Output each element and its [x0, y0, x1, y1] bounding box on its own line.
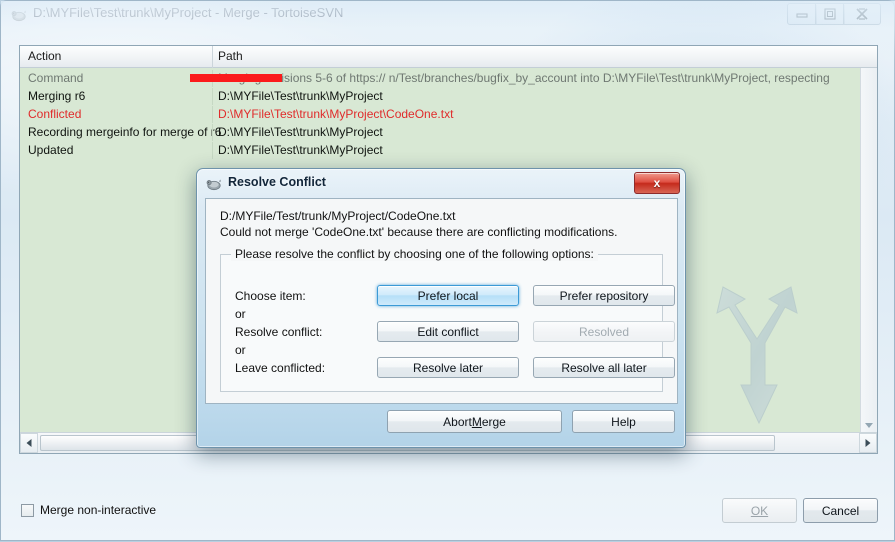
or-separator-2: or — [235, 343, 246, 357]
row-action: Command — [28, 71, 84, 85]
merge-watermark-icon — [699, 273, 819, 432]
scroll-left-button[interactable] — [20, 433, 38, 453]
dialog-content-panel: D:/MYFile/Test/trunk/MyProject/CodeOne.t… — [205, 198, 678, 404]
prefer-repository-button[interactable]: Prefer repository — [533, 285, 675, 306]
option-label-choose-item: Choose item: — [235, 289, 306, 303]
resolve-all-later-label: Resolve all later — [561, 360, 647, 375]
resolve-options-group: Please resolve the conflict by choosing … — [220, 247, 675, 392]
tortoisesvn-icon — [11, 7, 27, 23]
prefer-repository-label: Prefer repository — [559, 288, 649, 303]
table-row[interactable]: Command Merging revisions 5-6 of https:/… — [20, 70, 877, 87]
merge-non-interactive-checkbox[interactable]: Merge non-interactive — [21, 502, 156, 518]
row-path: Merging revisions 5-6 of https:// n/Test… — [218, 71, 830, 85]
prefer-local-button[interactable]: Prefer local — [377, 285, 519, 306]
chevron-left-icon — [26, 439, 32, 447]
row-divider — [212, 124, 213, 141]
help-button-label: Help — [611, 414, 636, 429]
window-title: D:\MYFile\Test\trunk\MyProject - Merge -… — [33, 5, 344, 20]
column-header-path[interactable]: Path — [218, 49, 243, 63]
resolve-conflict-dialog: Resolve Conflict x D:/MYFile/Test/trunk/… — [196, 168, 686, 448]
restore-button[interactable] — [815, 3, 845, 25]
cancel-button[interactable]: Cancel — [803, 498, 878, 523]
table-row[interactable]: Merging r6 D:\MYFile\Test\trunk\MyProjec… — [20, 88, 877, 105]
conflict-message: Could not merge 'CodeOne.txt' because th… — [220, 225, 618, 239]
row-path: D:\MYFile\Test\trunk\MyProject — [218, 143, 383, 157]
minimize-button[interactable] — [787, 3, 817, 25]
close-icon: x — [653, 176, 661, 190]
row-path: D:\MYFile\Test\trunk\MyProject — [218, 125, 383, 139]
option-label-resolve-conflict: Resolve conflict: — [235, 325, 323, 339]
row-action: Updated — [28, 143, 74, 157]
column-divider[interactable] — [212, 46, 213, 68]
resolve-later-button[interactable]: Resolve later — [377, 357, 519, 378]
edit-conflict-button[interactable]: Edit conflict — [377, 321, 519, 342]
resolve-later-label: Resolve later — [412, 360, 484, 375]
abort-merge-label-pre: Abort — [443, 414, 472, 429]
row-divider — [212, 106, 213, 123]
abort-merge-label-post: erge — [481, 414, 506, 429]
merge-window: D:\MYFile\Test\trunk\MyProject - Merge -… — [0, 0, 895, 542]
row-path: D:\MYFile\Test\trunk\MyProject\CodeOne.t… — [218, 107, 454, 121]
checkbox-label: Merge non-interactive — [40, 503, 157, 517]
redaction-bar — [190, 74, 282, 82]
resolve-options-title: Please resolve the conflict by choosing … — [231, 247, 598, 261]
cancel-button-label: Cancel — [821, 503, 860, 518]
resolved-button[interactable]: Resolved — [533, 321, 675, 342]
checkbox-box[interactable] — [21, 503, 34, 517]
option-label-leave-conflicted: Leave conflicted: — [235, 361, 326, 375]
resolve-all-later-button[interactable]: Resolve all later — [533, 357, 675, 378]
ok-button-label: OK — [750, 503, 769, 518]
chevron-right-icon — [865, 439, 871, 447]
close-button[interactable] — [843, 3, 881, 25]
row-action: Recording mergeinfo for merge of r6 — [28, 125, 222, 139]
ok-button[interactable]: OK — [722, 498, 797, 523]
column-header-action[interactable]: Action — [28, 49, 61, 63]
or-separator-1: or — [235, 307, 246, 321]
row-action: Merging r6 — [28, 89, 86, 103]
tortoisesvn-icon — [206, 176, 222, 192]
abort-merge-accelerator: M — [471, 414, 482, 429]
conflict-file-path: D:/MYFile/Test/trunk/MyProject/CodeOne.t… — [220, 209, 456, 223]
abort-merge-button[interactable]: Abort Merge — [387, 410, 562, 433]
prefer-local-label: Prefer local — [417, 288, 479, 303]
row-action: Conflicted — [28, 107, 82, 121]
table-row[interactable]: Recording mergeinfo for merge of r6 D:\M… — [20, 124, 877, 141]
list-header[interactable]: Action Path — [20, 46, 877, 68]
help-button[interactable]: Help — [572, 410, 675, 433]
window-titlebar[interactable]: D:\MYFile\Test\trunk\MyProject - Merge -… — [1, 1, 895, 29]
dialog-close-button[interactable]: x — [634, 172, 680, 194]
scroll-down-icon[interactable] — [865, 423, 873, 428]
row-divider — [212, 88, 213, 105]
table-row[interactable]: Conflicted D:\MYFile\Test\trunk\MyProjec… — [20, 106, 877, 123]
table-row[interactable]: Updated D:\MYFile\Test\trunk\MyProject — [20, 142, 877, 159]
row-divider — [212, 142, 213, 159]
resolved-label: Resolved — [578, 324, 630, 339]
dialog-title: Resolve Conflict — [228, 175, 326, 189]
vertical-scrollbar[interactable] — [860, 68, 877, 432]
row-path: D:\MYFile\Test\trunk\MyProject — [218, 89, 383, 103]
edit-conflict-label: Edit conflict — [417, 324, 479, 339]
scroll-right-button[interactable] — [859, 433, 877, 453]
